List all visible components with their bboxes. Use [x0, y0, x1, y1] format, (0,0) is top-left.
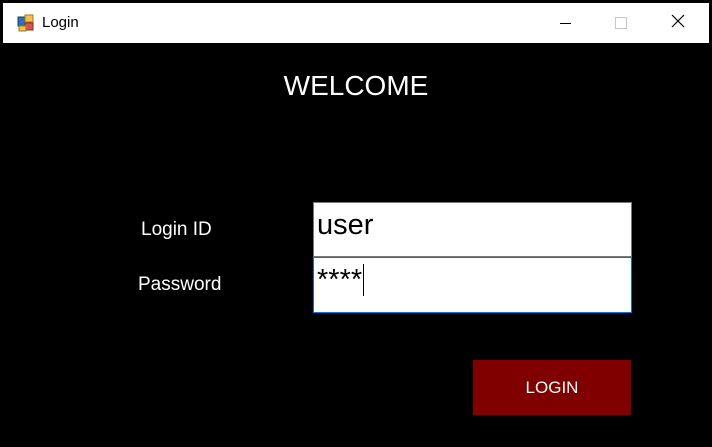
window-title: Login — [42, 14, 79, 31]
password-value: **** — [317, 264, 363, 296]
login-button[interactable]: LOGIN — [473, 360, 631, 415]
maximize-icon — [615, 17, 627, 29]
login-window: Login WELCOME Login ID user Password ***… — [0, 0, 712, 447]
password-input[interactable]: **** — [313, 257, 632, 313]
minimize-icon — [559, 22, 571, 24]
minimize-button[interactable] — [536, 3, 594, 43]
login-id-label: Login ID — [141, 219, 212, 240]
login-id-value: user — [317, 209, 374, 241]
login-id-input[interactable]: user — [313, 202, 632, 257]
close-icon — [671, 14, 685, 33]
password-label: Password — [138, 274, 222, 295]
text-caret — [363, 264, 365, 296]
maximize-button[interactable] — [592, 3, 650, 43]
title-bar[interactable]: Login — [3, 3, 709, 43]
welcome-heading: WELCOME — [283, 70, 429, 101]
app-icon — [17, 14, 35, 32]
close-button[interactable] — [649, 3, 707, 43]
login-button-label: LOGIN — [525, 377, 579, 397]
